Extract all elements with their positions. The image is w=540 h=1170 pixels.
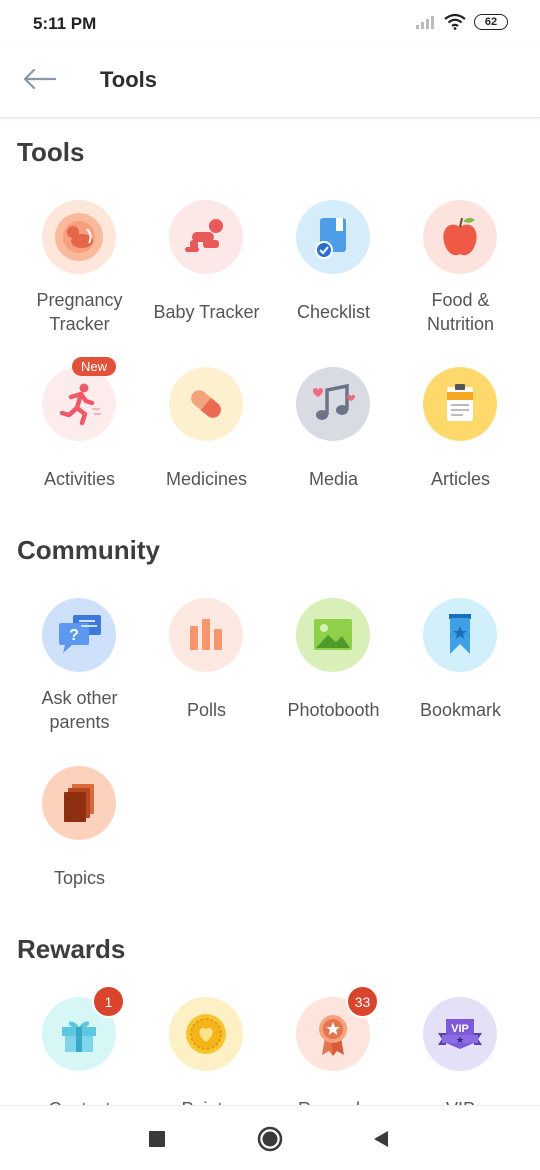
tile-label: Checklist: [296, 302, 371, 322]
tile-label: Baby Tracker: [153, 302, 260, 322]
tile-label: Rewards: [270, 1097, 397, 1105]
svg-text:?: ?: [69, 627, 79, 644]
tile-label: Activities: [43, 469, 115, 489]
status-time: 5:11 PM: [33, 14, 97, 33]
pregnancy-icon: [42, 200, 116, 274]
vip-icon: VIP: [423, 997, 497, 1071]
tile-label: Pregnancy Tracker: [36, 290, 123, 334]
tile-label: Food & Nutrition: [426, 290, 495, 334]
tile-label: Medicines: [165, 469, 248, 489]
svg-text:VIP: VIP: [451, 1023, 469, 1035]
bookmark-icon: [423, 598, 497, 672]
square-icon: [149, 1131, 165, 1147]
signal-icon: [416, 16, 434, 29]
chat-icon: ?: [42, 598, 116, 672]
page-title: Tools: [100, 67, 158, 92]
notification-badge: 1: [92, 985, 125, 1018]
apple-icon: [423, 200, 497, 274]
tile-label: Ask other parents: [41, 688, 118, 732]
status-icons: 62: [416, 14, 508, 30]
section-title-rewards: Rewards: [17, 934, 126, 964]
system-nav-bar: [0, 1105, 540, 1170]
tile-label: Media: [308, 469, 359, 489]
section-title-tools: Tools: [17, 137, 85, 167]
tile-label: Topics: [53, 868, 106, 888]
tile-label: Articles: [430, 469, 490, 489]
triangle-back-icon: [374, 1131, 388, 1147]
coin-icon: [169, 997, 243, 1071]
back-nav-button[interactable]: [366, 1124, 396, 1154]
music-icon: [296, 367, 370, 441]
recents-button[interactable]: [142, 1124, 172, 1154]
bar-chart-icon: [169, 598, 243, 672]
notification-badge: 33: [346, 985, 379, 1018]
home-button[interactable]: [255, 1124, 285, 1154]
tile-label: Contest: [16, 1097, 143, 1105]
book-icon: [42, 766, 116, 840]
back-button[interactable]: [18, 62, 60, 96]
wifi-icon: [444, 14, 466, 30]
running-icon: [42, 367, 116, 441]
pill-icon: [169, 367, 243, 441]
checklist-icon: [296, 200, 370, 274]
tile-label: Points: [143, 1097, 270, 1105]
tile-label: Bookmark: [419, 700, 502, 720]
app-bar: Tools: [0, 48, 540, 118]
circle-icon: [257, 1126, 283, 1152]
section-title-community: Community: [17, 535, 160, 565]
tile-label: Polls: [186, 700, 226, 720]
new-badge: New: [72, 357, 117, 376]
tile-label: Photobooth: [287, 700, 380, 720]
baby-icon: [169, 200, 243, 274]
tools-content[interactable]: Tools Pregnancy Tracker Baby Tracker Che…: [0, 119, 540, 1105]
status-bar: 5:11 PM 62: [0, 0, 540, 48]
battery-indicator: 62: [474, 14, 508, 30]
arrow-left-icon: [23, 68, 56, 90]
tile-label: VIP Membership: [397, 1097, 524, 1105]
clipboard-icon: [423, 367, 497, 441]
image-icon: [296, 598, 370, 672]
